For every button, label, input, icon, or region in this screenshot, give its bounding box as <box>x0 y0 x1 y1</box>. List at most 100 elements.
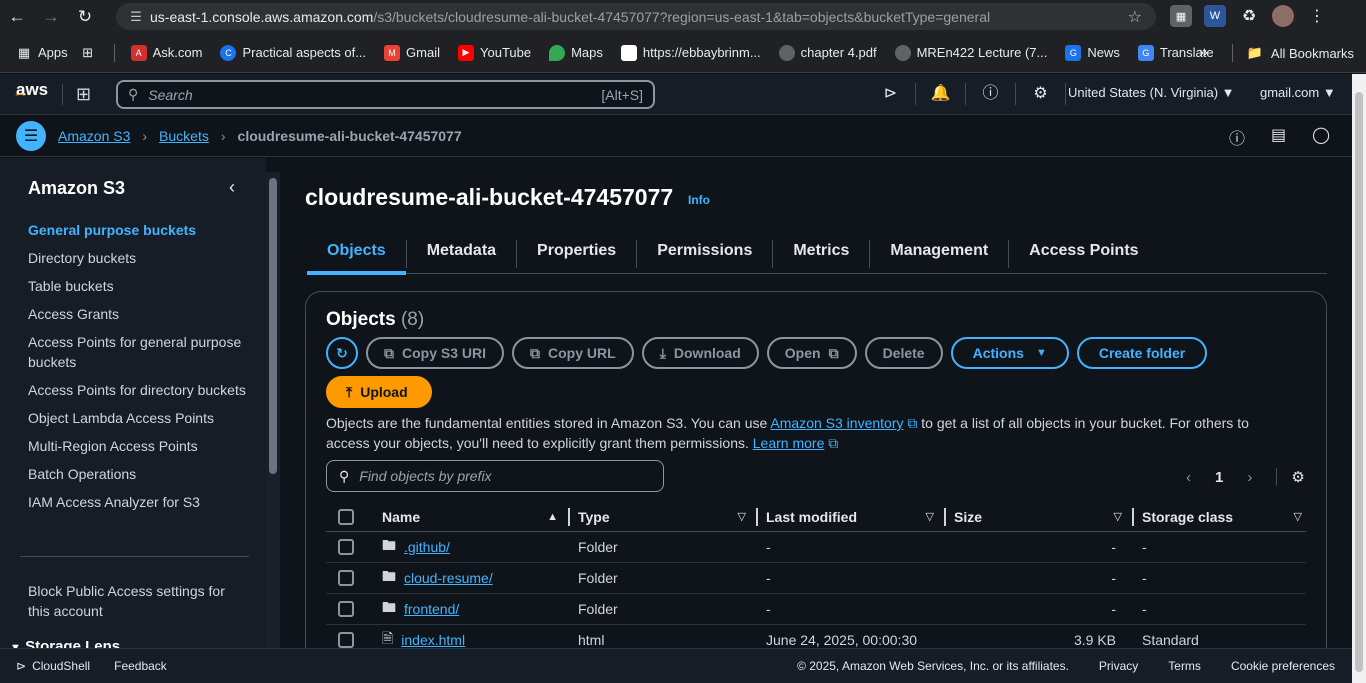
sidebar-item-access-points-for-directory-buckets[interactable]: Access Points for directory buckets <box>28 380 248 400</box>
column-name[interactable]: Name ▲ <box>382 502 570 532</box>
s3-inventory-link[interactable]: Amazon S3 inventory <box>770 415 903 431</box>
browser-menu-icon[interactable]: ⋮ <box>1306 5 1328 27</box>
bookmark-star-icon[interactable]: ☆ <box>1128 7 1142 27</box>
settings-gear-icon[interactable]: ⚙ <box>1016 83 1066 105</box>
services-grid-icon[interactable]: ⊞ <box>62 83 94 105</box>
aws-logo[interactable]: aws ⁀ <box>0 81 62 106</box>
object-name-link[interactable]: cloud-resume/ <box>404 570 493 586</box>
delete-button[interactable]: Delete <box>864 337 943 369</box>
prev-page-chevron-icon[interactable]: ‹ <box>1186 469 1191 486</box>
refresh-button[interactable]: ↻ <box>326 337 358 369</box>
bookmark-news[interactable]: G News <box>1065 44 1120 61</box>
row-checkbox[interactable] <box>338 632 354 648</box>
column-last-modified[interactable]: Last modified ▽ <box>758 502 946 532</box>
table-row[interactable]: 🖿 frontend/Folder - - - <box>326 594 1306 625</box>
download-button[interactable]: ⤓ Download <box>641 337 759 369</box>
info-link[interactable]: Info <box>688 193 710 207</box>
help-icon[interactable]: ⓘ <box>966 83 1016 105</box>
sidebar-scrollbar[interactable] <box>266 172 280 648</box>
notifications-bell-icon[interactable]: 🔔 <box>916 83 966 105</box>
privacy-link[interactable]: Privacy <box>1099 659 1138 673</box>
feedback-button[interactable]: Feedback <box>114 659 167 673</box>
account-menu[interactable]: gmail.com ▼ <box>1260 85 1336 100</box>
cloudshell-button[interactable]: CloudShell <box>32 659 90 673</box>
word-extension-icon[interactable]: W <box>1204 5 1226 27</box>
object-name-link[interactable]: index.html <box>401 632 465 648</box>
collapse-chevron-left-icon[interactable]: ‹ <box>229 177 235 198</box>
create-folder-button[interactable]: Create folder <box>1076 337 1208 369</box>
search-input[interactable]: ⚲ Search [Alt+S] <box>116 80 655 109</box>
sidebar-item-general-purpose-buckets[interactable]: General purpose buckets <box>28 220 248 240</box>
copy-url-button[interactable]: ⧉ Copy URL <box>512 337 634 369</box>
sidebar-item-directory-buckets[interactable]: Directory buckets <box>28 248 248 268</box>
sidebar-item-object-lambda-access-points[interactable]: Object Lambda Access Points <box>28 408 248 428</box>
all-bookmarks-button[interactable]: All Bookmarks <box>1271 46 1354 61</box>
next-page-chevron-icon[interactable]: › <box>1247 469 1252 486</box>
table-settings-gear-icon[interactable]: ⚙ <box>1276 468 1305 486</box>
region-selector[interactable]: United States (N. Virginia) ▼ <box>1068 85 1235 100</box>
reload-icon[interactable]: ↻ <box>68 0 102 33</box>
bookmark-practical[interactable]: C Practical aspects of... <box>220 44 366 61</box>
sidebar-item-iam-access-analyzer-for-s3[interactable]: IAM Access Analyzer for S3 <box>28 492 248 512</box>
cloudshell-icon[interactable]: ⊳ <box>866 83 916 105</box>
more-bookmarks-chevron-icon[interactable]: » <box>1199 44 1208 62</box>
breadcrumb-amazon-s3[interactable]: Amazon S3 <box>58 128 130 144</box>
tab-metadata[interactable]: Metadata <box>407 240 518 268</box>
sidebar-item-access-points-for-general-purpose-buckets[interactable]: Access Points for general purpose bucket… <box>28 332 248 372</box>
hamburger-menu-icon[interactable]: ☰ <box>16 120 46 151</box>
table-row[interactable]: 🖿 .github/Folder - - - <box>326 532 1306 563</box>
row-checkbox[interactable] <box>338 570 354 586</box>
bookmark-gmail[interactable]: M Gmail <box>384 44 440 61</box>
tab-management[interactable]: Management <box>870 240 1010 268</box>
column-storage-class[interactable]: Storage class ▽ <box>1134 502 1306 532</box>
terms-link[interactable]: Terms <box>1168 659 1201 673</box>
sidebar-item-access-grants[interactable]: Access Grants <box>28 304 248 324</box>
bookmark-mren422[interactable]: MREn422 Lecture (7... <box>894 44 1047 61</box>
sidebar-storage-lens[interactable]: ▼ Storage Lens <box>10 638 120 648</box>
bookmark-maps[interactable]: Maps <box>549 44 603 61</box>
tab-access-points[interactable]: Access Points <box>1009 240 1158 268</box>
column-type[interactable]: Type ▽ <box>570 502 758 532</box>
info-panel-icon[interactable]: ⓘ <box>1229 125 1245 149</box>
open-button[interactable]: Open ⧉ <box>766 337 857 369</box>
object-name-link[interactable]: .github/ <box>404 539 450 555</box>
tab-metrics[interactable]: Metrics <box>773 240 871 268</box>
tab-permissions[interactable]: Permissions <box>637 240 774 268</box>
breadcrumb-buckets[interactable]: Buckets <box>159 128 209 144</box>
sidebar-item-block-public-access[interactable]: Block Public Access settings for this ac… <box>28 581 248 621</box>
profile-avatar[interactable] <box>1272 5 1294 27</box>
sidebar-item-batch-operations[interactable]: Batch Operations <box>28 464 248 484</box>
bookmark-grid[interactable]: ⊞ <box>80 45 96 61</box>
page-number[interactable]: 1 <box>1215 469 1223 486</box>
object-name-link[interactable]: frontend/ <box>404 601 459 617</box>
select-all-checkbox[interactable] <box>338 508 354 525</box>
table-row[interactable]: 🖿 cloud-resume/Folder - - - <box>326 563 1306 594</box>
bookmark-apps[interactable]: ▦ Apps <box>16 45 68 61</box>
cookie-preferences-link[interactable]: Cookie preferences <box>1231 659 1335 673</box>
table-row[interactable]: 🗎 index.html html June 24, 2025, 00:00:30 3.… <box>326 625 1306 648</box>
tab-properties[interactable]: Properties <box>517 240 638 268</box>
bookmark-youtube[interactable]: ▶ YouTube <box>458 44 531 61</box>
activity-icon[interactable]: ◯ <box>1312 125 1330 149</box>
column-size[interactable]: Size ▽ <box>946 502 1134 532</box>
bookmark-chapter4[interactable]: chapter 4.pdf <box>778 44 877 61</box>
sidebar-item-table-buckets[interactable]: Table buckets <box>28 276 248 296</box>
copy-s3-uri-button[interactable]: ⧉ Copy S3 URI <box>366 337 505 369</box>
bookmark-askcom[interactable]: A Ask.com <box>130 44 202 61</box>
upload-button[interactable]: ⤒ Upload <box>326 376 432 408</box>
actions-dropdown[interactable]: Actions ▼ <box>950 337 1069 369</box>
learn-more-link[interactable]: Learn more <box>753 435 825 451</box>
row-checkbox[interactable] <box>338 601 354 617</box>
forward-arrow-icon[interactable]: → <box>34 0 68 33</box>
puzzle-extensions-icon[interactable]: ♻ <box>1238 5 1260 27</box>
bookmark-ebbay[interactable]: https://ebbaybrinm... <box>620 44 761 61</box>
page-scrollbar[interactable] <box>1352 74 1366 683</box>
site-info-icon[interactable]: ☰ <box>122 9 150 25</box>
tab-objects[interactable]: Objects <box>307 240 407 275</box>
row-checkbox[interactable] <box>338 539 354 555</box>
address-bar[interactable]: ☰ us-east-1.console.aws.amazon.com/s3/bu… <box>116 3 1156 30</box>
back-arrow-icon[interactable]: ← <box>0 0 34 33</box>
notes-icon[interactable]: ▤ <box>1271 125 1286 149</box>
sidebar-item-multi-region-access-points[interactable]: Multi-Region Access Points <box>28 436 248 456</box>
find-objects-input[interactable]: ⚲ Find objects by prefix <box>326 460 664 492</box>
